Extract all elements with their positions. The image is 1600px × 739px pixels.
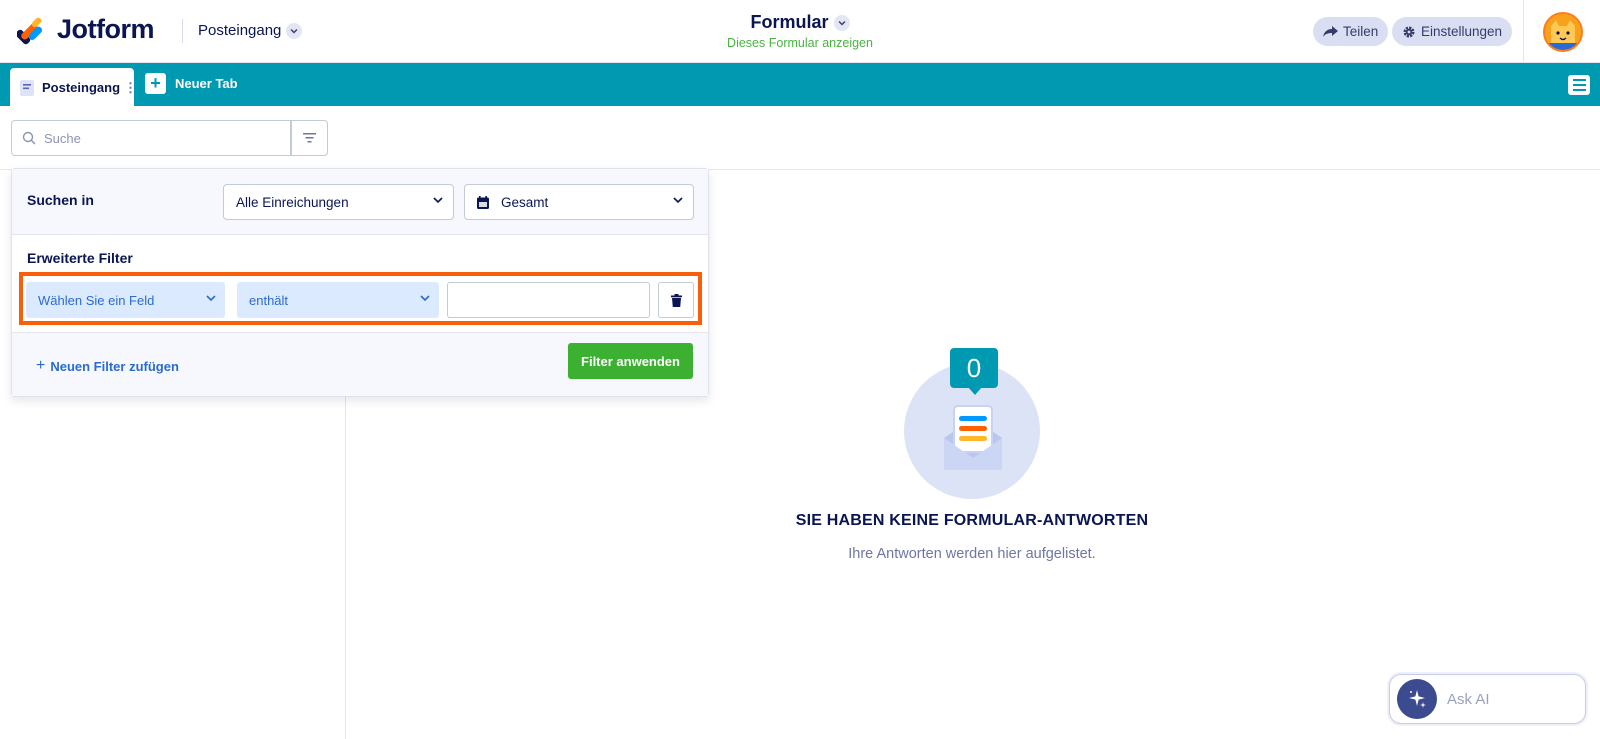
chevron-down-icon bbox=[673, 197, 683, 204]
calendar-icon bbox=[477, 195, 489, 209]
trash-icon bbox=[670, 293, 682, 307]
tab-inbox[interactable]: Posteingang ⋮ bbox=[10, 68, 137, 107]
brand-name: Jotform bbox=[57, 14, 155, 44]
jotform-logo[interactable]: Jotform bbox=[17, 14, 155, 45]
cat-avatar-icon bbox=[1545, 14, 1581, 50]
field-select[interactable]: Wählen Sie ein Feld bbox=[26, 282, 225, 318]
date-select-value: Gesamt bbox=[501, 194, 549, 210]
search-in-row: Suchen in Alle Einreichungen Gesamt bbox=[12, 169, 708, 235]
search-field bbox=[11, 120, 291, 156]
empty-state-title: SIE HABEN KEINE FORMULAR-ANTWORTEN bbox=[795, 512, 1149, 529]
new-tab-label: Neuer Tab bbox=[175, 76, 238, 91]
empty-state-subtitle: Ihre Antworten werden hier aufgelistet. bbox=[848, 546, 1096, 562]
tab-inbox-label: Posteingang bbox=[42, 80, 121, 95]
jotform-logo-icon bbox=[17, 17, 43, 44]
envelope-document-icon bbox=[944, 405, 1002, 470]
chevron-down-icon bbox=[286, 22, 303, 39]
filter-value-input[interactable] bbox=[447, 282, 650, 318]
plus-icon: + bbox=[145, 73, 166, 94]
gear-icon bbox=[1403, 26, 1415, 37]
ask-ai-button[interactable]: Ask AI bbox=[1389, 674, 1586, 724]
add-filter-label: Neuen Filter zufügen bbox=[50, 358, 179, 374]
settings-button[interactable]: Einstellungen bbox=[1392, 17, 1513, 46]
view-form-link[interactable]: Dieses Formular anzeigen bbox=[700, 36, 900, 50]
inbox-breadcrumb[interactable]: Posteingang bbox=[198, 22, 303, 39]
chevron-down-icon bbox=[833, 14, 850, 31]
empty-inbox-illustration: 0 bbox=[904, 348, 1042, 499]
operator-select-value: enthält bbox=[249, 292, 289, 308]
chevron-down-icon bbox=[420, 295, 430, 302]
header-divider bbox=[182, 19, 183, 43]
hamburger-menu-icon[interactable] bbox=[1568, 75, 1590, 95]
chevron-down-icon bbox=[206, 295, 216, 302]
filter-panel-footer: + Neuen Filter zufügen Filter anwenden bbox=[12, 332, 708, 396]
filter-panel: Suchen in Alle Einreichungen Gesamt Erwe… bbox=[11, 168, 709, 397]
search-icon bbox=[22, 131, 36, 145]
more-vertical-icon[interactable]: ⋮ bbox=[124, 80, 137, 96]
breadcrumb-label: Posteingang bbox=[198, 22, 282, 39]
top-header: Jotform Posteingang Formular Dieses Form… bbox=[0, 0, 1600, 63]
advanced-filters-heading: Erweiterte Filter bbox=[27, 250, 133, 266]
date-range-select[interactable]: Gesamt bbox=[464, 184, 694, 220]
share-arrow-icon bbox=[1323, 25, 1338, 37]
settings-label: Einstellungen bbox=[1421, 24, 1503, 39]
field-select-value: Wählen Sie ein Feld bbox=[38, 292, 155, 308]
scope-select-value: Alle Einreichungen bbox=[236, 194, 349, 210]
share-button[interactable]: Teilen bbox=[1313, 17, 1389, 46]
inbox-doc-icon bbox=[20, 79, 34, 96]
delete-filter-button[interactable] bbox=[658, 282, 694, 318]
new-tab-button[interactable]: + Neuer Tab bbox=[145, 73, 238, 94]
share-label: Teilen bbox=[1343, 24, 1379, 39]
form-title: Formular bbox=[750, 12, 829, 32]
search-in-label: Suchen in bbox=[27, 192, 94, 208]
form-title-dropdown[interactable]: Formular bbox=[750, 12, 850, 33]
filter-toggle-button[interactable] bbox=[291, 120, 328, 156]
plus-icon: + bbox=[36, 357, 46, 374]
submissions-scope-select[interactable]: Alle Einreichungen bbox=[223, 184, 454, 220]
sparkle-icon bbox=[1397, 679, 1437, 719]
add-filter-button[interactable]: + Neuen Filter zufügen bbox=[36, 357, 179, 375]
ask-ai-label: Ask AI bbox=[1447, 690, 1490, 708]
apply-filter-button[interactable]: Filter anwenden bbox=[568, 343, 693, 379]
response-count-badge: 0 bbox=[950, 348, 998, 388]
chevron-down-icon bbox=[433, 197, 443, 204]
operator-select[interactable]: enthält bbox=[237, 282, 439, 318]
header-separator bbox=[1523, 0, 1524, 63]
badge-pointer bbox=[968, 387, 982, 395]
filter-icon bbox=[303, 133, 316, 143]
user-avatar[interactable] bbox=[1543, 12, 1583, 52]
form-title-block: Formular Dieses Formular anzeigen bbox=[700, 12, 900, 50]
search-input[interactable] bbox=[44, 130, 264, 146]
tab-bar: Posteingang ⋮ + Neuer Tab bbox=[0, 63, 1600, 107]
